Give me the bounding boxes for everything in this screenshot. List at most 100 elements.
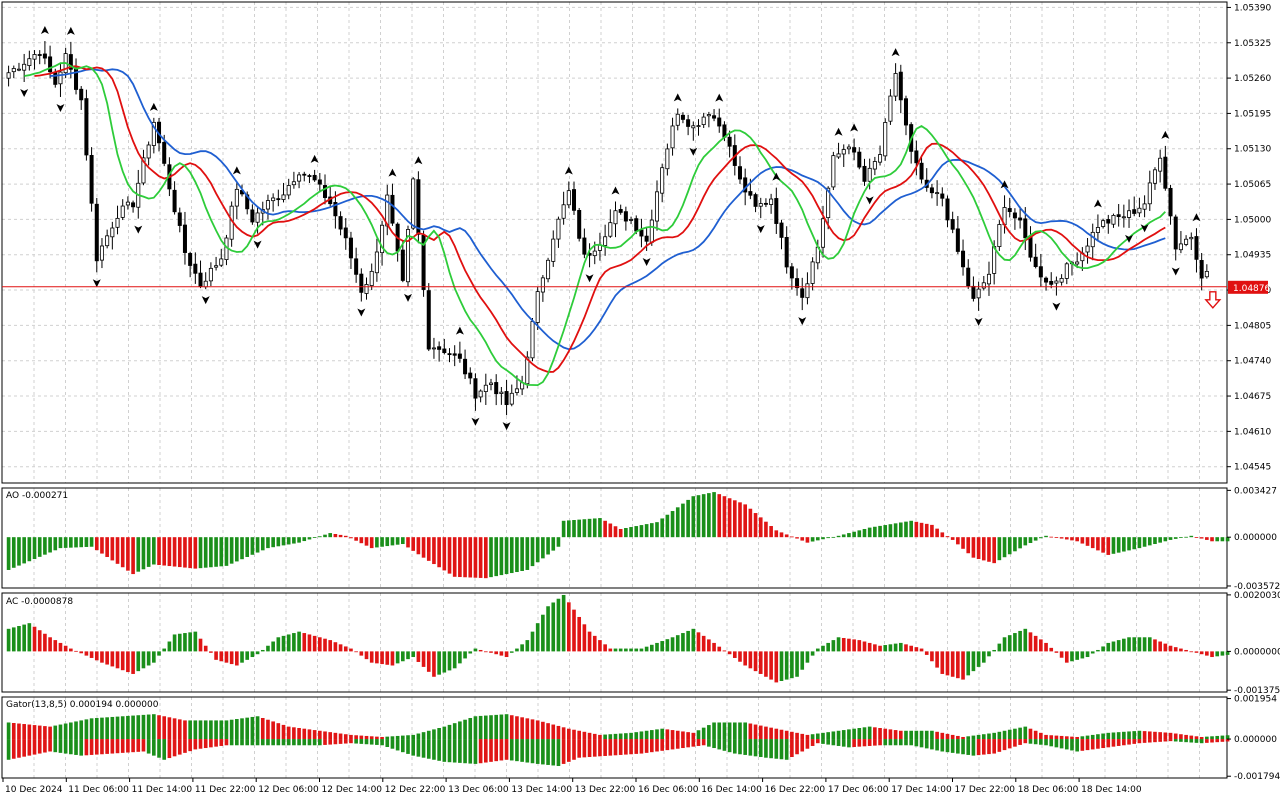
- candle[interactable]: [48, 56, 53, 73]
- candle[interactable]: [535, 291, 540, 323]
- candle[interactable]: [717, 117, 722, 127]
- candle[interactable]: [691, 125, 696, 129]
- candle[interactable]: [99, 245, 104, 261]
- candle[interactable]: [478, 390, 483, 398]
- candle[interactable]: [1132, 209, 1137, 214]
- candle[interactable]: [1111, 215, 1116, 225]
- candle[interactable]: [961, 250, 966, 268]
- candle[interactable]: [400, 249, 405, 281]
- candle[interactable]: [540, 277, 545, 293]
- candle[interactable]: [654, 191, 660, 222]
- candle[interactable]: [712, 115, 717, 119]
- candle[interactable]: [312, 174, 317, 181]
- candle[interactable]: [789, 266, 794, 279]
- candle[interactable]: [198, 272, 203, 287]
- candle[interactable]: [286, 185, 291, 196]
- candle[interactable]: [1168, 187, 1173, 217]
- candle[interactable]: [686, 119, 691, 127]
- candle[interactable]: [629, 219, 634, 221]
- candle[interactable]: [317, 179, 322, 185]
- candle[interactable]: [893, 73, 898, 97]
- candle[interactable]: [857, 151, 862, 168]
- candle[interactable]: [442, 348, 447, 354]
- candle[interactable]: [338, 216, 343, 230]
- candle[interactable]: [79, 88, 84, 101]
- candle[interactable]: [820, 218, 825, 248]
- candle[interactable]: [1049, 280, 1054, 285]
- candle[interactable]: [162, 141, 167, 164]
- candle[interactable]: [852, 147, 857, 153]
- candle[interactable]: [348, 237, 353, 259]
- candle[interactable]: [37, 54, 42, 56]
- candle[interactable]: [929, 187, 934, 194]
- candle[interactable]: [872, 161, 877, 170]
- candle[interactable]: [1095, 227, 1100, 233]
- candle[interactable]: [120, 205, 125, 218]
- candle[interactable]: [1137, 207, 1142, 214]
- ao-panel[interactable]: [6, 492, 1230, 579]
- candle[interactable]: [1116, 214, 1121, 218]
- candle[interactable]: [94, 203, 99, 262]
- candle[interactable]: [255, 212, 260, 223]
- candle[interactable]: [831, 155, 836, 188]
- candle[interactable]: [374, 251, 379, 274]
- candle[interactable]: [950, 219, 955, 230]
- candle[interactable]: [354, 258, 359, 275]
- candle[interactable]: [660, 167, 665, 194]
- candle[interactable]: [1184, 238, 1189, 245]
- candle[interactable]: [623, 211, 628, 222]
- candle[interactable]: [22, 63, 27, 71]
- candle[interactable]: [1189, 236, 1194, 240]
- candle[interactable]: [888, 95, 893, 122]
- candle[interactable]: [748, 191, 753, 196]
- candle[interactable]: [214, 265, 219, 268]
- candle[interactable]: [1147, 182, 1152, 205]
- candle[interactable]: [1012, 212, 1017, 219]
- candle[interactable]: [89, 155, 94, 204]
- candle[interactable]: [452, 353, 457, 356]
- candle[interactable]: [1106, 219, 1111, 224]
- candle[interactable]: [193, 263, 198, 274]
- candle[interactable]: [1075, 261, 1080, 265]
- candle[interactable]: [1178, 243, 1183, 251]
- candle[interactable]: [1158, 157, 1163, 172]
- candle[interactable]: [706, 114, 711, 117]
- candle[interactable]: [426, 290, 431, 350]
- candle[interactable]: [883, 122, 888, 157]
- candle[interactable]: [437, 346, 442, 350]
- candle[interactable]: [1044, 277, 1049, 283]
- candle[interactable]: [1121, 216, 1126, 219]
- candle[interactable]: [774, 198, 779, 224]
- chart-canvas[interactable]: 1.05390 1.05325 1.05260 1.05195 1.05130 1.050…: [0, 0, 1280, 800]
- candle[interactable]: [172, 189, 177, 213]
- candle[interactable]: [1007, 208, 1012, 213]
- candle[interactable]: [468, 372, 473, 379]
- candle[interactable]: [763, 202, 768, 205]
- candle[interactable]: [182, 224, 187, 253]
- candle[interactable]: [457, 353, 462, 359]
- candle[interactable]: [411, 178, 416, 229]
- candle[interactable]: [753, 194, 758, 207]
- trading-chart[interactable]: 1.05390 1.05325 1.05260 1.05195 1.05130 1.050…: [0, 0, 1280, 800]
- candle[interactable]: [551, 238, 556, 262]
- candle[interactable]: [110, 227, 115, 238]
- candle[interactable]: [665, 148, 670, 170]
- candle[interactable]: [188, 253, 193, 266]
- candle[interactable]: [488, 382, 494, 385]
- candle[interactable]: [546, 259, 551, 280]
- candle[interactable]: [805, 283, 810, 299]
- candle[interactable]: [369, 270, 374, 286]
- candle[interactable]: [359, 273, 364, 293]
- candle[interactable]: [307, 175, 312, 177]
- candle[interactable]: [343, 227, 348, 239]
- candle[interactable]: [131, 202, 136, 208]
- candle[interactable]: [649, 219, 654, 243]
- candle[interactable]: [644, 235, 649, 242]
- candle[interactable]: [463, 358, 468, 375]
- candle[interactable]: [561, 204, 566, 219]
- candle[interactable]: [1023, 218, 1028, 239]
- candle[interactable]: [846, 146, 851, 150]
- candle[interactable]: [784, 236, 789, 268]
- candle[interactable]: [986, 273, 991, 285]
- candle[interactable]: [177, 212, 182, 226]
